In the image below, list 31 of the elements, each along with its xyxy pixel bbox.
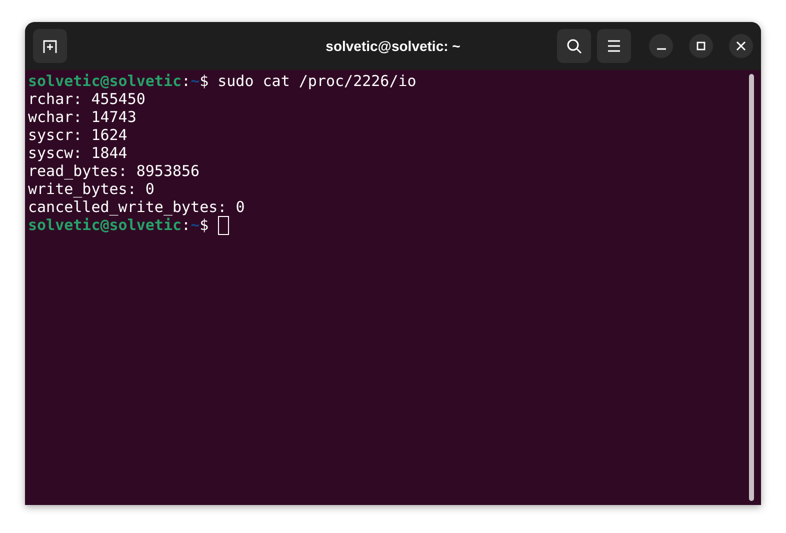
close-icon	[736, 41, 746, 51]
search-button[interactable]	[557, 29, 591, 63]
scrollbar[interactable]	[749, 74, 754, 501]
minimize-button[interactable]	[649, 34, 673, 58]
output-line: syscr: 1624	[28, 126, 128, 144]
output-line: cancelled_write_bytes: 0	[28, 198, 245, 216]
output-line: wchar: 14743	[28, 108, 136, 126]
close-button[interactable]	[729, 34, 753, 58]
new-tab-icon	[42, 38, 58, 54]
prompt-separator: :	[182, 72, 191, 90]
prompt-user-host: solvetic@solvetic	[28, 72, 182, 90]
maximize-button[interactable]	[689, 34, 713, 58]
maximize-icon	[696, 41, 706, 51]
prompt-user-host: solvetic@solvetic	[28, 216, 182, 234]
minimize-icon	[656, 48, 666, 50]
prompt-symbol: $	[200, 216, 209, 234]
prompt-path: ~	[190, 72, 200, 90]
new-tab-button[interactable]	[33, 29, 67, 63]
output-line: write_bytes: 0	[28, 180, 154, 198]
prompt-separator: :	[182, 216, 191, 234]
output-line: read_bytes: 8953856	[28, 162, 200, 180]
menu-icon	[607, 40, 621, 52]
text-cursor	[218, 216, 229, 234]
prompt-path: ~	[190, 216, 200, 234]
search-icon	[566, 38, 582, 54]
menu-button[interactable]	[597, 29, 631, 63]
output-line: syscw: 1844	[28, 144, 128, 162]
output-line: rchar: 455450	[28, 90, 146, 108]
prompt-symbol: $	[200, 72, 209, 90]
command-text: sudo cat /proc/2226/io	[218, 72, 416, 90]
window-title: solvetic@solvetic: ~	[326, 37, 460, 56]
